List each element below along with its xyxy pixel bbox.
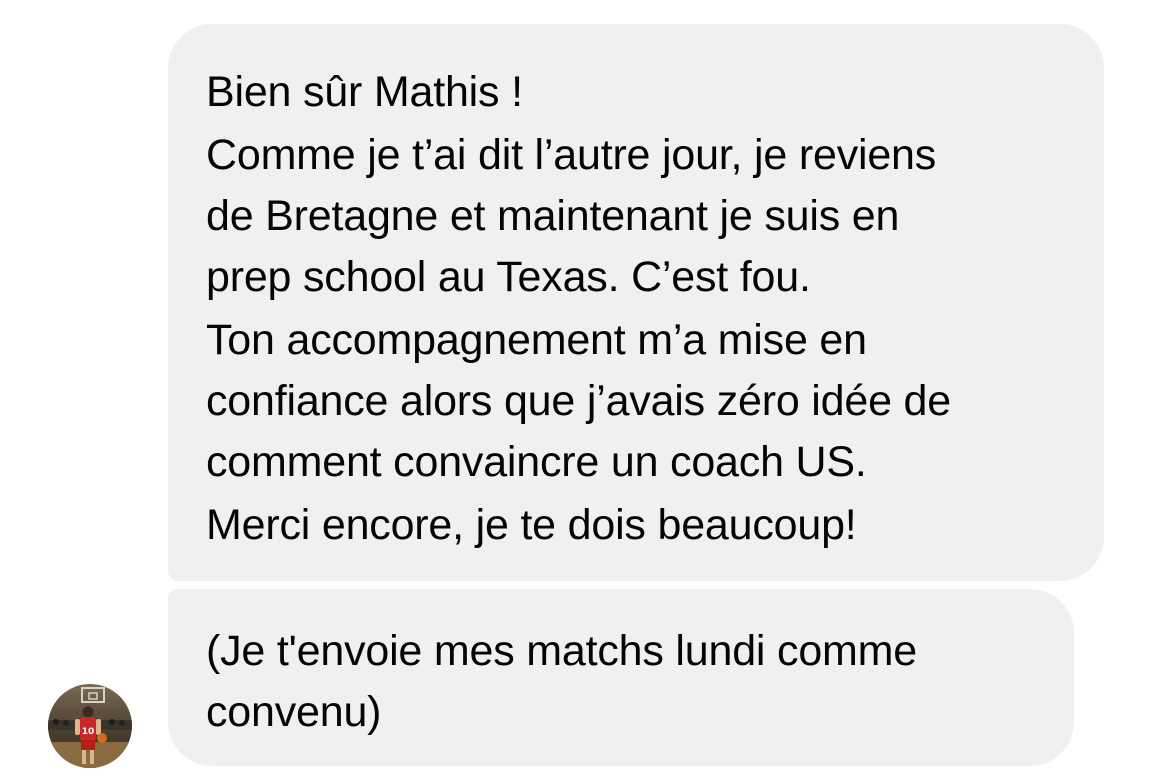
message-bubble-1[interactable]: Bien sûr Mathis ! Comme je t’ai dit l’au… [168,24,1104,581]
jersey-number: 10 [82,727,95,737]
message-text-line: Bien sûr Mathis ! [206,68,523,116]
message-text-paragraph: Ton accompagnement m’a mise en confiance… [206,316,951,486]
message-bubble-2[interactable]: (Je t'envoie mes matchs lundi comme conv… [168,589,1074,766]
message-text-line: Merci encore, je te dois beaucoup! [206,501,857,549]
message-text-paragraph: (Je t'envoie mes matchs lundi comme conv… [206,627,917,736]
basketball-player-icon: 10 [48,684,132,768]
message-text-paragraph: Comme je t’ai dit l’autre jour, je revie… [206,131,937,301]
sender-avatar[interactable]: 10 [48,684,132,768]
